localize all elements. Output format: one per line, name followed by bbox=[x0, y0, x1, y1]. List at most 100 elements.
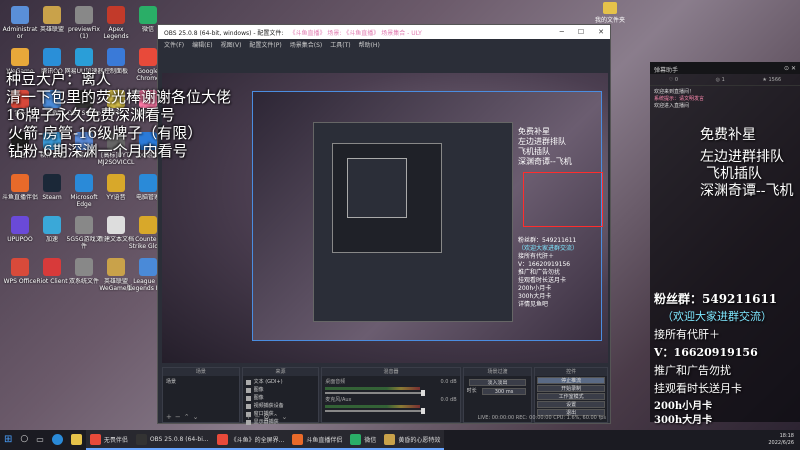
app-icon bbox=[350, 433, 362, 445]
duration-label: 时长 bbox=[466, 388, 477, 394]
app-icon bbox=[43, 258, 61, 276]
menu-item[interactable]: 编辑(E) bbox=[192, 40, 212, 49]
nested-line2: 左边进群排队 bbox=[518, 137, 566, 146]
app-icon bbox=[75, 216, 93, 234]
source-label: 图像 bbox=[253, 387, 264, 393]
source-label: 文本 (GDI+) bbox=[253, 379, 283, 385]
source-type-icon bbox=[245, 403, 251, 409]
obs-preview[interactable]: 免费补星 左边进群排队 飞机插队 深渊奇谭--飞机 粉丝群：549211611 … bbox=[162, 73, 608, 363]
volume-slider[interactable] bbox=[325, 408, 426, 414]
mixer-title: 混音器 bbox=[322, 368, 460, 376]
search-icon: ○ bbox=[20, 434, 29, 444]
overlay-welcome: （欢迎大家进群交流） bbox=[662, 310, 772, 323]
app-icon bbox=[107, 174, 125, 192]
volume-slider[interactable] bbox=[325, 390, 426, 396]
control-button[interactable]: 停止推流 bbox=[537, 377, 605, 384]
taskbar-app[interactable]: OBS 25.0.8 (64-bi... bbox=[131, 430, 213, 450]
start-button[interactable]: ⊞ bbox=[0, 430, 16, 450]
app-icon bbox=[75, 48, 93, 66]
app-icon bbox=[43, 174, 61, 192]
taskbar-app[interactable]: 无畏伴侣 bbox=[85, 430, 132, 450]
obs-window[interactable]: OBS 25.0.8 (64-bit, windows) - 配置文件: 《斗鱼… bbox=[157, 24, 611, 425]
explorer-button[interactable] bbox=[67, 430, 86, 450]
nested-obs-window-3 bbox=[347, 158, 407, 218]
source-type-icon bbox=[245, 387, 251, 393]
danmaku-header[interactable]: 弹幕助手 ⊙ ✕ bbox=[650, 62, 800, 74]
source-item[interactable]: 图像 bbox=[245, 386, 316, 394]
control-button[interactable]: 工作室模式 bbox=[537, 393, 605, 400]
app-icon bbox=[139, 48, 157, 66]
app-icon bbox=[75, 258, 93, 276]
system-clock[interactable]: 18:18 2022/6/26 bbox=[768, 433, 800, 447]
obs-menubar: 文件(F) 编辑(E) 视图(V) 配置文件(P) 场景集合(S) 工具(T) 帮助(H) bbox=[158, 39, 610, 49]
control-button[interactable]: 开始录制 bbox=[537, 385, 605, 392]
app-icon bbox=[139, 216, 157, 234]
search-button[interactable]: ○ bbox=[16, 430, 32, 450]
taskbar-app[interactable]: 黄昏的心愿特效 bbox=[380, 430, 445, 450]
app-icon bbox=[139, 6, 157, 24]
transitions-title: 场景过渡 bbox=[463, 368, 532, 376]
source-item[interactable]: 图像 bbox=[245, 394, 316, 402]
source-label: 图像 bbox=[253, 395, 264, 401]
close-icon[interactable]: ✕ bbox=[598, 28, 604, 36]
app-icon bbox=[139, 258, 157, 276]
minimize-icon[interactable]: ─ bbox=[560, 28, 564, 36]
taskview-button[interactable]: ▭ bbox=[32, 430, 48, 450]
chat-message: 欢迎来到直播间！ bbox=[654, 89, 695, 95]
transition-select[interactable]: 淡入淡出 bbox=[468, 379, 527, 386]
mixer-channel-level: 0.0 dB bbox=[440, 397, 457, 403]
app-icon bbox=[43, 6, 61, 24]
danmaku-controls[interactable]: ⊙ ✕ bbox=[784, 65, 796, 72]
obs-title-profile: 《斗鱼直播》 场景: 《斗鱼直播》 场景集合 - ULY bbox=[289, 29, 422, 37]
desktop-icons: Administrat or 英雄联盟 previewFix (1) Apex Leg… bbox=[0, 0, 167, 430]
sources-title: 来源 bbox=[242, 368, 319, 376]
menu-item[interactable]: 场景集合(S) bbox=[290, 40, 323, 49]
menu-item[interactable]: 工具(T) bbox=[330, 40, 350, 49]
overlay-abyss: 深渊奇谭--飞机 bbox=[700, 183, 794, 199]
taskbar-app[interactable]: 《斗鱼》的全屏界... bbox=[212, 430, 289, 450]
taskbar: ⊞ ○ ▭ 无畏伴侣 OBS 25.0.8 (64-bi... 《斗鱼》的全屏界..… bbox=[0, 430, 800, 450]
mixer-channel-name: 桌面音频 bbox=[325, 379, 346, 385]
source-item[interactable]: 文本 (GDI+) bbox=[245, 378, 316, 386]
app-icon bbox=[107, 48, 125, 66]
taskbar-app-label: 微信 bbox=[364, 436, 377, 444]
menu-item[interactable]: 文件(F) bbox=[164, 40, 184, 49]
app-icon bbox=[107, 216, 125, 234]
obs-title-prefix: OBS 25.0.8 (64-bit, windows) - 配置文件: bbox=[164, 29, 284, 37]
volume-meter bbox=[325, 387, 421, 390]
nested-p2: 300h大月卡 bbox=[518, 293, 552, 300]
nested-p1: 200h小月卡 bbox=[518, 285, 552, 292]
taskbar-app[interactable]: 斗鱼直播伴侣 bbox=[288, 430, 347, 450]
app-icon bbox=[384, 433, 396, 445]
control-button[interactable]: 设置 bbox=[537, 401, 605, 408]
menu-item[interactable]: 视图(V) bbox=[221, 40, 242, 49]
nested-obs-window-2 bbox=[332, 143, 442, 253]
app-icon bbox=[11, 6, 29, 24]
source-item[interactable]: 视频捕获设备 bbox=[245, 402, 316, 410]
app-icon bbox=[135, 433, 147, 445]
chat-message: 欢迎进入直播间 bbox=[654, 103, 690, 109]
controls-title: 控件 bbox=[535, 368, 607, 376]
taskbar-app-label: 《斗鱼》的全屏界... bbox=[230, 436, 285, 444]
edge-button[interactable] bbox=[48, 430, 67, 450]
taskview-icon: ▭ bbox=[36, 434, 44, 444]
app-icon bbox=[292, 433, 304, 445]
mixer-channel-name: 麦克风/Aux bbox=[325, 397, 352, 403]
app-icon bbox=[216, 433, 228, 445]
nested-ads2: 推广和广告勿扰 bbox=[518, 269, 561, 276]
chat-message: 系统提示：请文明发言 bbox=[654, 96, 705, 102]
folder-shortcut[interactable]: 我的文件夹 bbox=[580, 2, 640, 24]
scene-item[interactable]: 场景 bbox=[166, 378, 236, 386]
menu-item[interactable]: 帮助(H) bbox=[359, 40, 380, 49]
nested-fans: 粉丝群：549211611 bbox=[518, 237, 577, 244]
taskbar-app[interactable]: 微信 bbox=[346, 430, 381, 450]
obs-statusbar: LIVE: 00:00:00 REC: 00:00:00 CPU: 1.6%, … bbox=[477, 415, 606, 421]
maximize-icon[interactable]: ☐ bbox=[578, 28, 584, 36]
overlay-service: 接所有代肝＋ bbox=[654, 328, 720, 341]
obs-titlebar[interactable]: OBS 25.0.8 (64-bit, windows) - 配置文件: 《斗鱼… bbox=[158, 25, 610, 39]
duration-input[interactable]: 300 ms bbox=[481, 388, 527, 395]
menu-item[interactable]: 配置文件(P) bbox=[249, 40, 281, 49]
nested-overlay-text: 免费补星 左边进群排队 飞机插队 深渊奇谭--飞机 粉丝群：549211611 … bbox=[518, 127, 598, 337]
overlay-fans-group: 粉丝群：549211611 bbox=[654, 292, 778, 306]
app-icon bbox=[75, 6, 93, 24]
